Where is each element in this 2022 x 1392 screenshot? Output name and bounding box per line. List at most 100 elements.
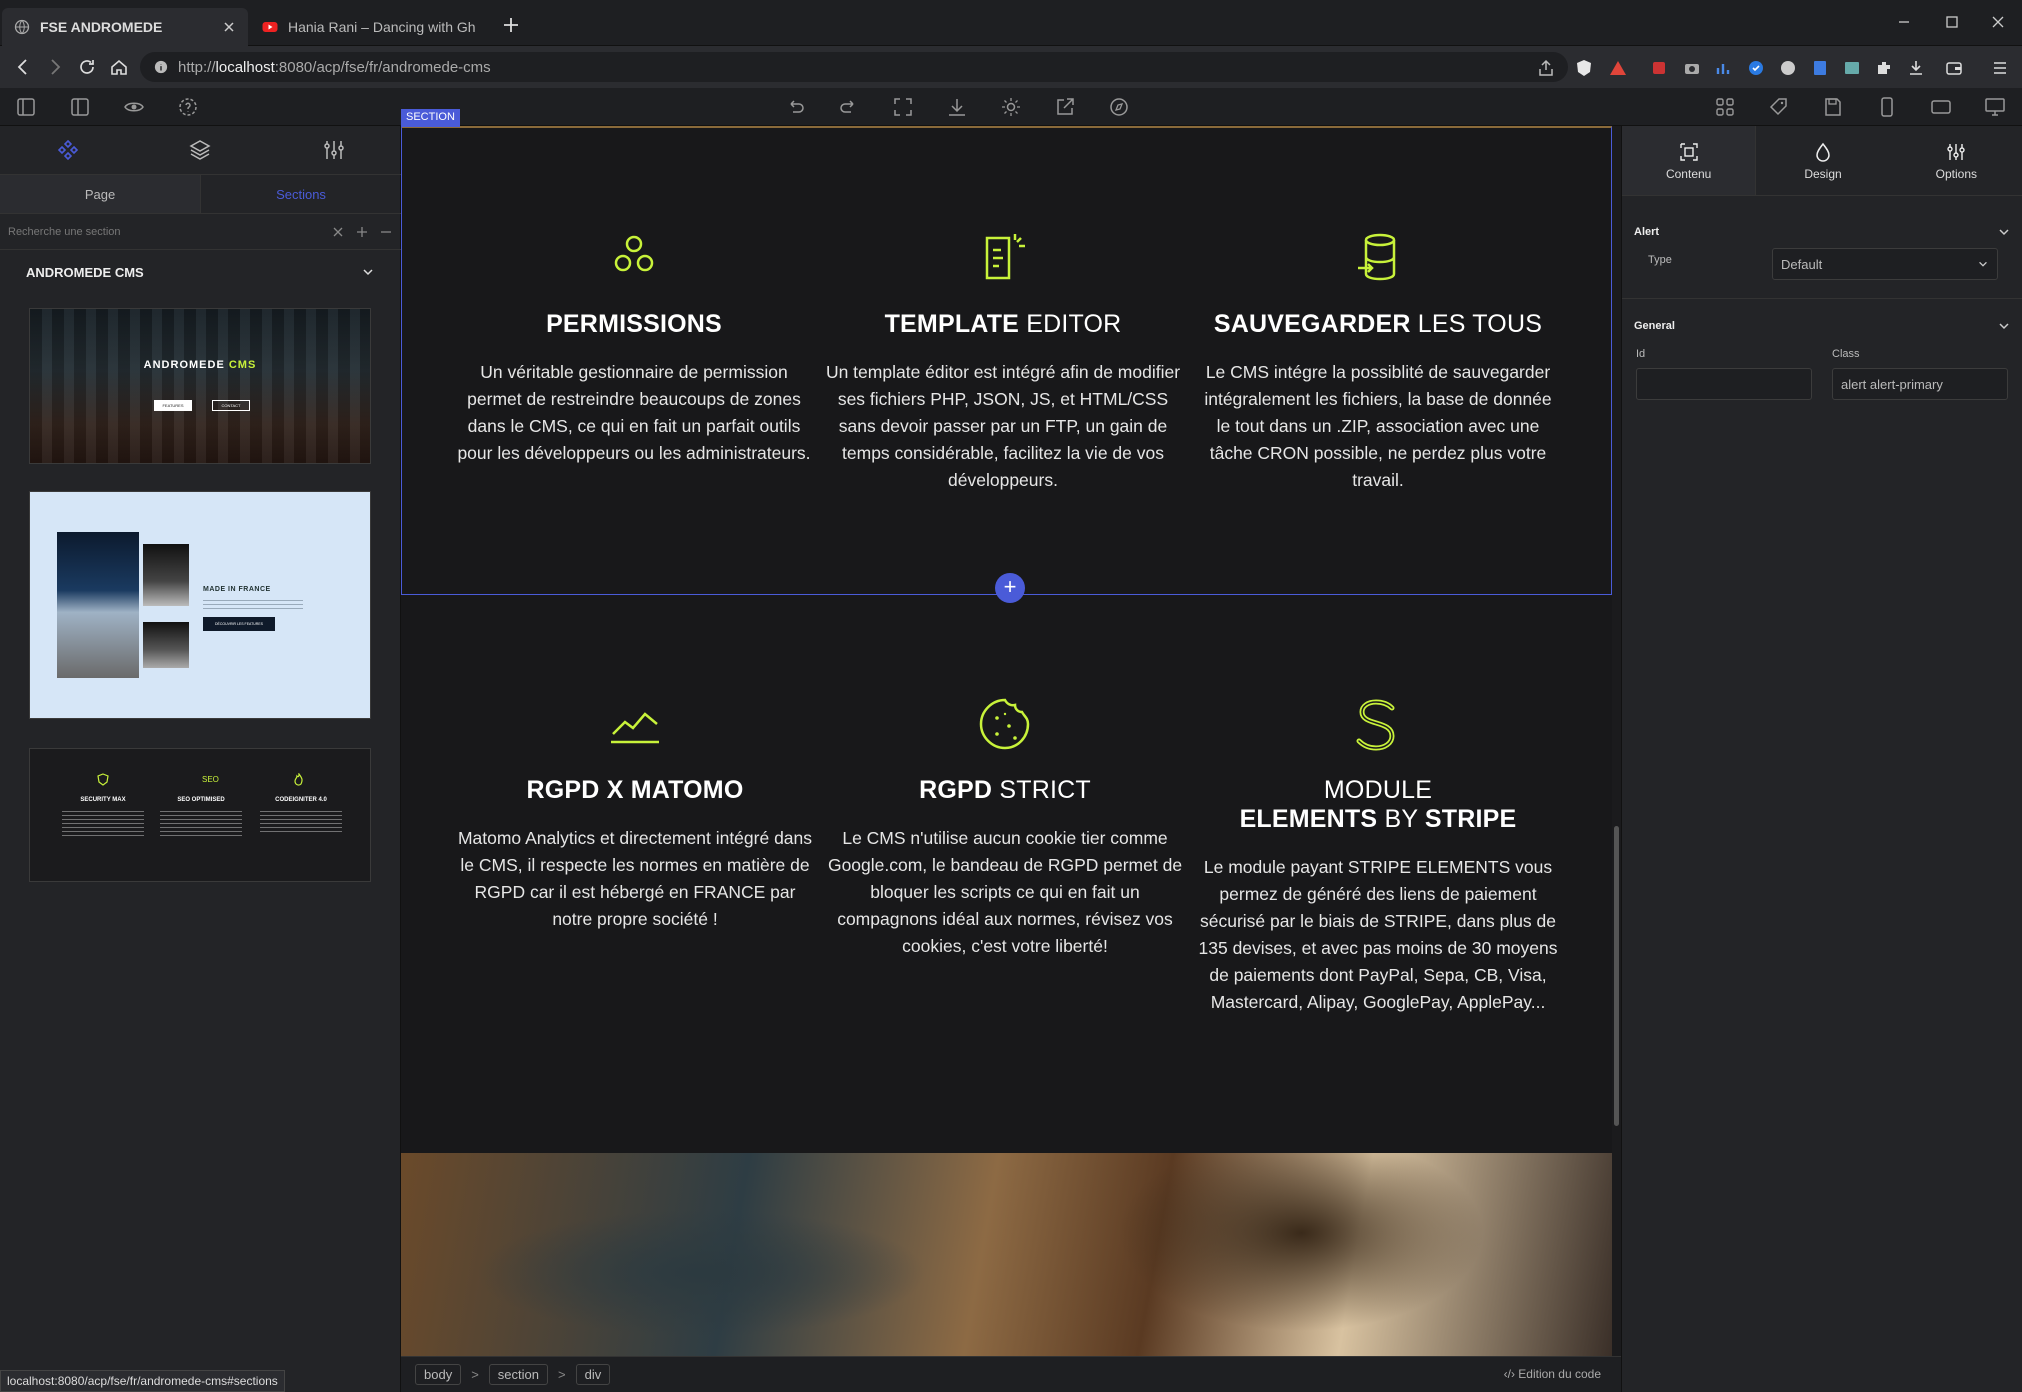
database-import-icon [1358, 233, 1396, 281]
close-icon[interactable] [222, 20, 236, 34]
eye-icon[interactable] [123, 96, 145, 118]
menu-icon[interactable] [1990, 58, 2010, 78]
layout-icon[interactable] [69, 96, 91, 118]
alert-section-title: Alert [1634, 226, 1660, 238]
feature-text: Le module payant STRIPE ELEMENTS vous pe… [1198, 857, 1558, 1012]
thumb-feature-text-2 [160, 811, 242, 837]
maximize-icon[interactable] [1940, 10, 1964, 34]
check-extension-icon[interactable] [1746, 58, 1766, 78]
browser-tab-active[interactable]: FSE ANDROMEDE [2, 8, 248, 46]
download-icon[interactable] [1906, 58, 1926, 78]
tag-icon[interactable] [1768, 96, 1790, 118]
home-icon[interactable] [108, 56, 130, 78]
puzzle-icon[interactable] [1874, 58, 1894, 78]
thumb-feature-col3: CODEIGNITER 4.0 [275, 797, 327, 803]
save-icon[interactable] [1822, 96, 1844, 118]
blocks-icon[interactable] [56, 138, 80, 162]
clear-icon[interactable] [331, 225, 345, 239]
thumb-feature-text-3 [260, 811, 342, 833]
url-field[interactable]: http://localhost:8080/acp/fse/fr/androme… [140, 52, 1568, 82]
scrollbar-thumb[interactable] [1614, 826, 1619, 1126]
code-edit-link[interactable]: ‹/› Edition du code [1504, 1367, 1601, 1381]
astronaut-image-1 [143, 544, 189, 606]
tab-page[interactable]: Page [0, 175, 201, 213]
tab-label: Options [1935, 166, 1977, 181]
feature-sauvegarder[interactable]: SAUVEGARDER LES TOUS Le CMS intégre la p… [1198, 228, 1558, 494]
thumb-feature-text-1 [62, 811, 144, 837]
id-field[interactable] [1636, 368, 1812, 400]
thumb-feature-col1: SECURITY MAX [80, 797, 126, 803]
tab-sections[interactable]: Sections [201, 175, 401, 213]
alert-section-header[interactable]: Alert [1622, 220, 2022, 244]
type-select-value: Default [1781, 256, 1823, 272]
add-section-button[interactable]: + [995, 573, 1025, 603]
vpn-icon[interactable] [1778, 58, 1798, 78]
stats-icon[interactable] [1714, 58, 1734, 78]
fullscreen-icon[interactable] [892, 96, 914, 118]
sun-icon[interactable] [1000, 96, 1022, 118]
wallet-icon[interactable] [1944, 58, 1964, 78]
forward-icon[interactable] [44, 56, 66, 78]
add-icon[interactable] [355, 225, 369, 239]
breadcrumb-body[interactable]: body [415, 1364, 462, 1385]
left-panel-tabs [0, 126, 401, 174]
window-close-icon[interactable] [1986, 10, 2010, 34]
extension-icon[interactable] [1650, 58, 1670, 78]
users-circles-icon [614, 235, 654, 272]
minimize-icon[interactable] [1892, 10, 1916, 34]
tab-contenu[interactable]: Contenu [1622, 126, 1757, 195]
grid-icon[interactable] [1714, 96, 1736, 118]
editor-canvas[interactable]: + PERMISSIONS Un véritable gestionnaire … [401, 126, 1612, 1356]
share-icon[interactable] [1536, 58, 1556, 78]
breadcrumb-section[interactable]: section [488, 1364, 548, 1385]
bookmark-extension-icon[interactable] [1810, 58, 1830, 78]
collapse-icon[interactable] [379, 225, 393, 239]
compass-icon[interactable] [1108, 96, 1130, 118]
section-group-header[interactable]: ANDROMEDE CMS [0, 250, 401, 294]
tablet-icon[interactable] [1930, 96, 1952, 118]
mobile-icon[interactable] [1876, 96, 1898, 118]
class-field[interactable]: alert alert-primary [1832, 368, 2008, 400]
redo-icon[interactable] [838, 96, 860, 118]
url-prefix: http:// [178, 58, 216, 76]
brave-rewards-icon[interactable] [1608, 58, 1628, 78]
info-icon[interactable] [154, 60, 168, 74]
help-icon[interactable] [177, 96, 199, 118]
undo-icon[interactable] [784, 96, 806, 118]
feature-title: MODULE ELEMENTS BY STRIPE [1239, 776, 1517, 833]
section-thumbnail-hero[interactable]: ANDROMEDE CMS FEATURES CONTACT [29, 308, 371, 464]
panel-left-icon[interactable] [15, 96, 37, 118]
section-search-input[interactable]: Recherche une section [8, 226, 321, 238]
feature-text: Un template éditor est intégré afin de m… [825, 362, 1181, 490]
camera-icon[interactable] [1682, 58, 1702, 78]
canvas-scrollbar[interactable] [1612, 126, 1621, 1356]
feature-template-editor[interactable]: TEMPLATE EDITOR Un template éditor est i… [823, 228, 1183, 494]
feature-stripe[interactable]: MODULE ELEMENTS BY STRIPE Le module payan… [1198, 694, 1558, 1016]
breadcrumb-div[interactable]: div [575, 1364, 611, 1385]
settings-sliders-icon[interactable] [322, 138, 346, 162]
layers-icon[interactable] [188, 138, 212, 162]
back-icon[interactable] [12, 56, 34, 78]
new-tab-icon[interactable] [498, 12, 524, 38]
brave-shield-icon[interactable] [1574, 58, 1594, 78]
tab-options[interactable]: Options [1890, 126, 2022, 195]
feature-rgpd-matomo[interactable]: RGPD X MATOMO Matomo Analytics et direct… [455, 694, 815, 933]
section-thumbnail-made-in-france[interactable]: MADE IN FRANCE DÉCOUVRIR LES FEATURES [29, 491, 371, 719]
youtube-icon [262, 22, 278, 32]
feature-text: Un véritable gestionnaire de permission … [457, 362, 811, 463]
tab-design[interactable]: Design [1756, 126, 1889, 195]
external-link-icon[interactable] [1054, 96, 1076, 118]
section-label-badge: SECTION [401, 109, 460, 127]
general-section-header[interactable]: General [1622, 314, 2022, 338]
type-select[interactable]: Default [1772, 248, 1998, 280]
feature-rgpd-strict[interactable]: RGPD STRICT Le CMS n'utilise aucun cooki… [825, 694, 1185, 960]
feature-permissions[interactable]: PERMISSIONS Un véritable gestionnaire de… [454, 228, 814, 467]
reload-icon[interactable] [76, 56, 98, 78]
right-panel: Contenu Design Options Alert Type Defaul… [1621, 126, 2022, 1392]
section-thumbnail-features[interactable]: SEO SECURITY MAX SEO OPTIMISED CODEIGNIT… [29, 748, 371, 882]
screenshot-extension-icon[interactable] [1842, 58, 1862, 78]
browser-tab-youtube[interactable]: Hania Rani – Dancing with Ghosts ft. P [250, 8, 488, 46]
desktop-icon[interactable] [1984, 96, 2006, 118]
download-code-icon[interactable] [946, 96, 968, 118]
flame-icon [294, 773, 303, 786]
